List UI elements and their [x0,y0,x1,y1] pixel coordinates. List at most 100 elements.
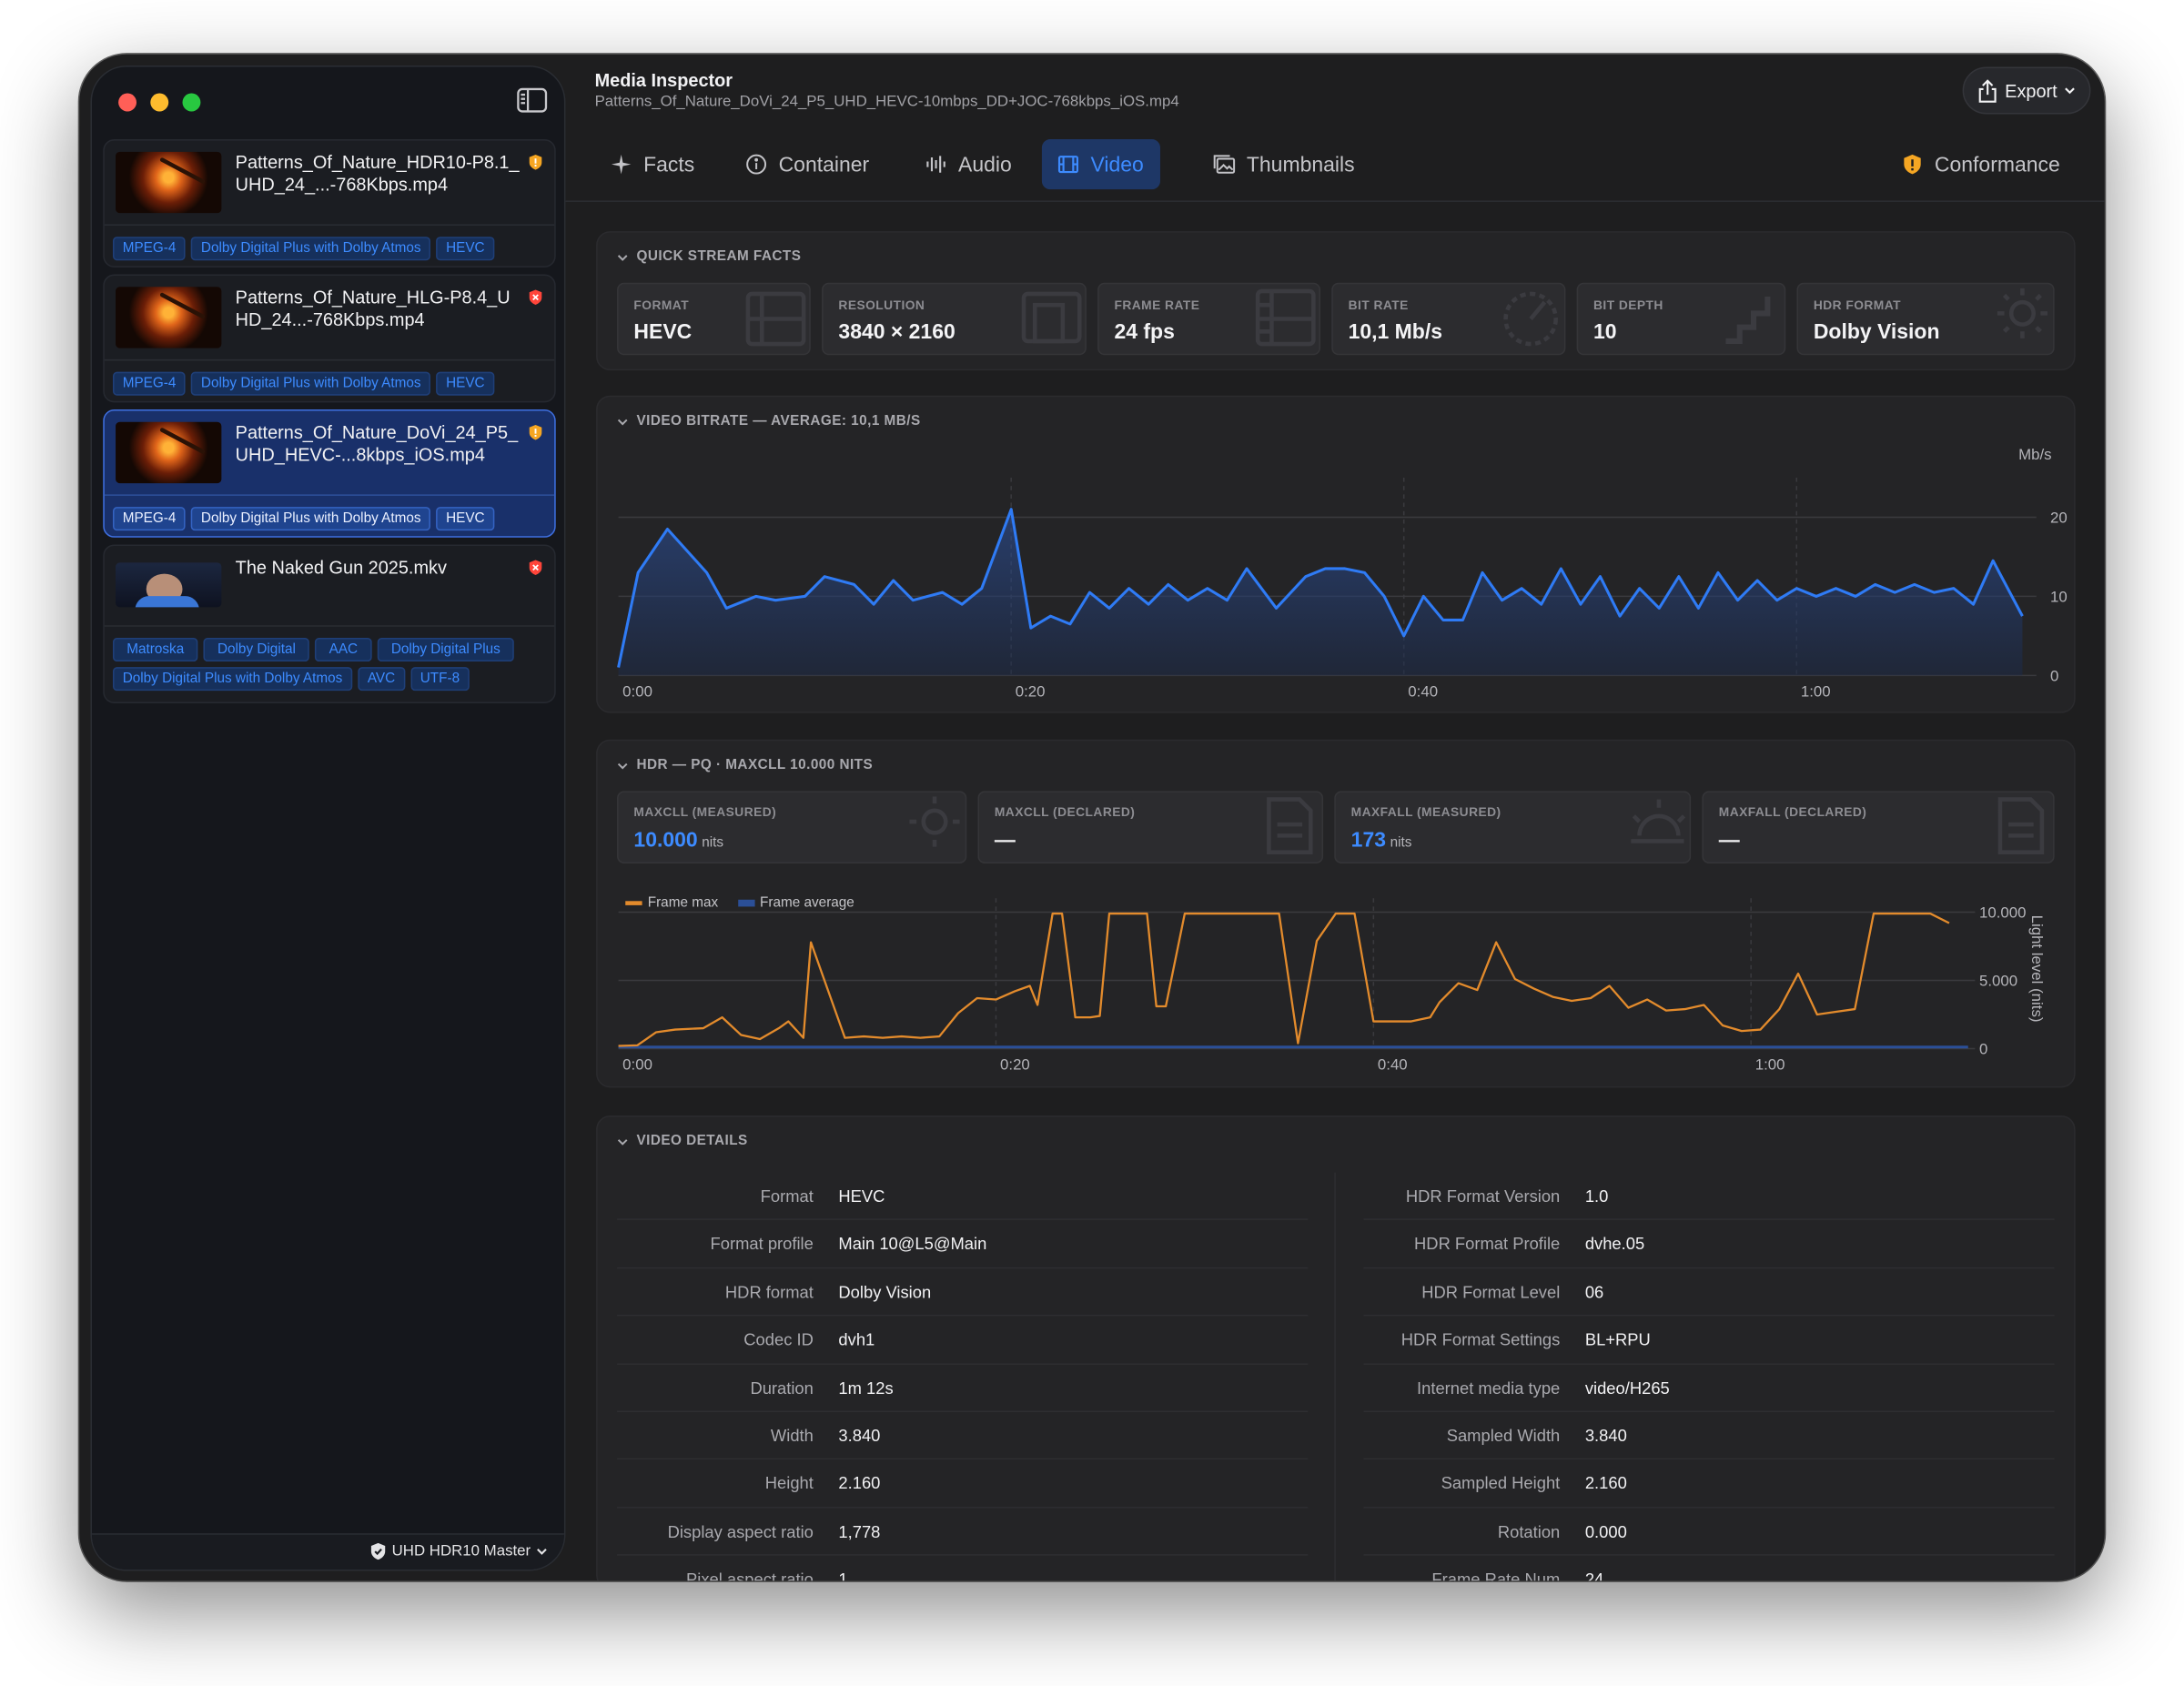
bitrate-area [618,509,2023,676]
detail-value[interactable]: 0.000 [1585,1522,1627,1541]
fact-label: BIT DEPTH [1593,298,1663,312]
detail-row: Display aspect ratio 1,778 [617,1508,1309,1556]
detail-key: Duration [750,1378,814,1398]
bitrate-chart: Mb/s 0 10 20 0:00 0:20 0:40 1:00 [617,446,2068,700]
detail-key: Height [764,1473,814,1494]
section-title: VIDEO DETAILS [636,1133,748,1149]
file-list-item[interactable]: Patterns_Of_Nature_HDR10-P8.1_UHD_24_...… [103,139,556,268]
tab-conformance[interactable]: Conformance [1886,139,2077,189]
tab-thumbnails[interactable]: Thumbnails [1198,139,1371,189]
filmstrip-icon [1255,288,1316,347]
fact-value: 24 fps [1114,320,1175,345]
details-column-right: HDR Format Version 1.0 HDR Format Profile d… [1363,1173,2055,1580]
fact-value: Dolby Vision [1813,320,1940,345]
detail-value[interactable]: HEVC [838,1186,885,1206]
file-name: The Naked Gun 2025.mkv [235,557,447,579]
detail-value[interactable]: dvhe.05 [1585,1235,1644,1254]
tab-label: Conformance [1934,152,2060,177]
detail-value[interactable]: Main 10@L5@Main [838,1235,986,1254]
warning-shield-icon [529,155,542,170]
format-tag: UTF-8 [410,667,470,692]
detail-key: HDR Format Version [1405,1186,1561,1206]
format-tag: AAC [315,638,372,662]
detail-value[interactable]: 3.840 [1585,1426,1627,1445]
detail-key: HDR Format Settings [1400,1329,1561,1350]
sidebar-toggle-icon[interactable] [517,87,548,113]
tab-facts[interactable]: Facts [595,139,712,189]
section-header[interactable]: VIDEO DETAILS [617,1134,748,1149]
file-name: Patterns_Of_Nature_HLG-P8.4_UHD_24...-76… [235,287,511,330]
minimize-window-button[interactable] [150,93,169,112]
y-tick-label: 0 [2050,667,2058,684]
divider [104,224,555,226]
profile-select[interactable]: UHD HDR10 Master [371,1542,548,1560]
x-tick-label: 0:00 [622,1056,652,1074]
detail-value[interactable]: 1 [838,1570,847,1580]
close-window-button[interactable] [118,93,136,112]
y-tick-label: 5.000 [1979,973,2017,990]
detail-key: Rotation [1497,1521,1561,1541]
detail-value[interactable]: 1.0 [1585,1186,1609,1206]
error-shield-icon [529,289,542,306]
tab-audio[interactable]: Audio [909,139,1028,189]
detail-key: Format [760,1186,814,1206]
detail-key: HDR Format Level [1421,1282,1561,1302]
tab-label: Thumbnails [1246,152,1355,177]
detail-row: Duration 1m 12s [617,1364,1309,1412]
format-tag: HEVC [436,507,495,531]
window-controls [118,93,201,112]
title-block: Media Inspector Patterns_Of_Nature_DoVi_… [595,70,1179,110]
detail-key: Format profile [710,1234,814,1255]
detail-row: Rotation 0.000 [1363,1508,2055,1556]
detail-value[interactable]: 1m 12s [838,1378,893,1398]
detail-row: Format profile Main 10@L5@Main [617,1220,1309,1269]
format-tag: Matroska [112,638,198,662]
detail-key: Width [770,1426,814,1446]
detail-row: Pixel aspect ratio 1 [617,1556,1308,1580]
detail-row: HDR format Dolby Vision [617,1268,1309,1317]
detail-row: Codec ID dvh1 [617,1317,1309,1365]
detail-value[interactable]: video/H265 [1585,1378,1670,1398]
fact-card-format: FORMAT HEVC [617,282,811,356]
film-icon [1057,156,1078,174]
detail-value[interactable]: 2.160 [1585,1474,1627,1493]
warning-shield-icon [1904,154,1921,175]
format-tag: AVC [358,667,405,692]
detail-value[interactable]: dvh1 [838,1330,875,1349]
x-tick-label: 0:20 [1000,1056,1030,1074]
file-path: Patterns_Of_Nature_DoVi_24_P5_UHD_HEVC-1… [594,93,1179,110]
fact-card-bit-rate: BIT RATE 10,1 Mb/s [1331,282,1566,356]
file-list-item[interactable]: The Naked Gun 2025.mkv Matroska Dolby Di… [103,544,556,703]
format-tag: HEVC [436,237,495,261]
divider [565,200,2105,202]
detail-value[interactable]: BL+RPU [1585,1330,1651,1349]
export-button[interactable]: Export [1963,66,2091,115]
detail-value[interactable]: 06 [1585,1282,1603,1301]
tab-video[interactable]: Video [1041,139,1161,190]
error-shield-icon [529,560,542,575]
detail-row: Height 2.160 [617,1460,1309,1509]
tab-container[interactable]: Container [730,139,885,189]
detail-value[interactable]: 3.840 [838,1426,880,1445]
x-tick-label: 1:00 [1801,682,1831,700]
sidebar-footer: UHD HDR10 Master [92,1533,564,1570]
profile-select-label: UHD HDR10 Master [391,1542,531,1560]
detail-value[interactable]: 2.160 [838,1474,880,1493]
detail-value[interactable]: Dolby Vision [838,1282,931,1301]
detail-value[interactable]: 1,778 [838,1522,880,1541]
detail-value[interactable]: 24 [1585,1570,1603,1580]
tab-label: Video [1090,152,1144,177]
file-list-item-selected[interactable]: Patterns_Of_Nature_DoVi_24_P5_UHD_HEVC-.… [103,409,556,538]
detail-row: Format HEVC [617,1173,1309,1221]
section-header[interactable]: QUICK STREAM FACTS [617,249,801,265]
zoom-window-button[interactable] [182,93,201,112]
info-icon [746,154,767,175]
video-thumbnail [116,151,222,214]
detail-key: Sampled Height [1441,1473,1561,1494]
tab-bar: Facts Container Audio Video Thumbnails C… [595,135,2078,190]
file-list-item[interactable]: Patterns_Of_Nature_HLG-P8.4_UHD_24...-76… [103,274,556,403]
gauge-icon [1503,291,1558,347]
sun-icon [1997,288,2048,338]
detail-row: Frame Rate Num 24 [1363,1556,2054,1580]
format-tags: MPEG-4 Dolby Digital Plus with Dolby Atm… [112,371,551,396]
